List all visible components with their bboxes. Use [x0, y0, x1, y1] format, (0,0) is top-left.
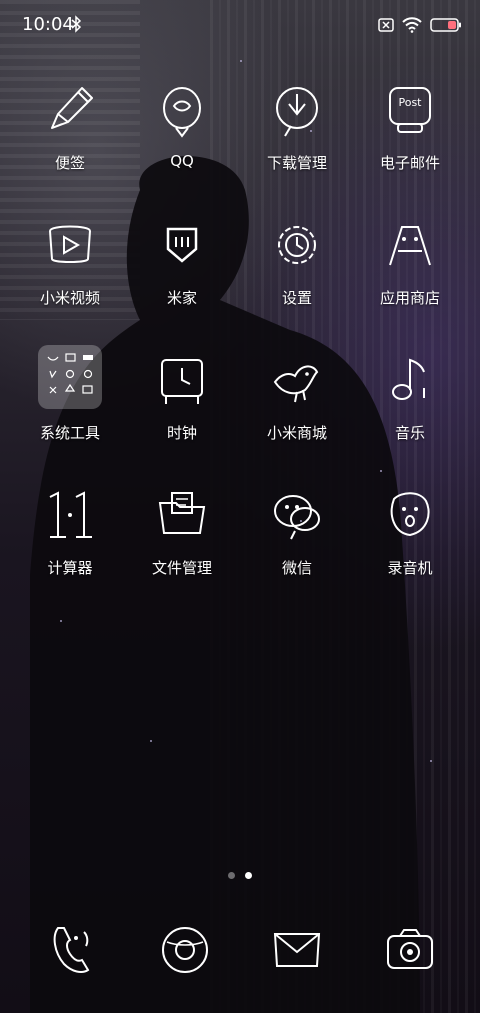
status-bar: 10:04	[0, 0, 480, 50]
app-qq[interactable]: QQ	[127, 80, 237, 200]
app-label: 微信	[281, 559, 312, 577]
app-email[interactable]: Post 电子邮件	[355, 80, 465, 200]
app-store[interactable]: 应用商店	[355, 215, 465, 335]
app-label: 计算器	[47, 559, 93, 577]
phone-icon[interactable]	[42, 920, 102, 980]
app-mi-store[interactable]: 小米商城	[242, 350, 352, 470]
app-system-tools-folder[interactable]: 系统工具	[15, 345, 125, 470]
app-label: 设置	[281, 289, 312, 307]
app-mijia[interactable]: 米家	[127, 215, 237, 335]
app-label: 文件管理	[151, 559, 212, 577]
app-label: 录音机	[387, 559, 433, 577]
calculator-icon	[49, 491, 92, 538]
app-label: 便签	[54, 154, 85, 172]
app-mi-video[interactable]: 小米视频	[15, 215, 125, 335]
pencil-icon	[51, 87, 93, 129]
page-indicator	[0, 872, 480, 879]
app-music[interactable]: 音乐	[355, 350, 465, 470]
app-wechat[interactable]: 微信	[242, 485, 352, 605]
app-label: 电子邮件	[379, 154, 440, 172]
app-notes[interactable]: 便签	[15, 80, 125, 200]
page-dot-active[interactable]	[245, 872, 252, 879]
app-label: 小米视频	[39, 289, 100, 307]
download-icon	[276, 87, 318, 137]
app-file-manager[interactable]: 文件管理	[127, 485, 237, 605]
folder-mini-icons	[47, 353, 93, 394]
app-label: 小米商城	[266, 424, 327, 442]
penguin-icon	[163, 87, 201, 138]
app-calculator[interactable]: 计算器	[15, 485, 125, 605]
app-recorder[interactable]: 录音机	[355, 485, 465, 605]
app-label: 音乐	[394, 424, 425, 442]
battery-icon	[430, 18, 461, 32]
dock	[0, 920, 480, 990]
app-label: 应用商店	[379, 289, 440, 307]
folder-icon	[38, 345, 102, 409]
video-play-icon	[48, 225, 92, 263]
camera-icon[interactable]	[380, 920, 440, 980]
recorder-icon	[390, 492, 430, 537]
app-settings[interactable]: 设置	[242, 215, 352, 335]
app-store-icon	[389, 226, 431, 266]
mailbox-icon: Post	[389, 87, 431, 133]
music-note-icon	[392, 358, 425, 400]
app-downloads[interactable]: 下载管理	[242, 80, 352, 200]
folder-file-icon	[158, 492, 206, 534]
svg-text:Post: Post	[398, 96, 422, 109]
app-label: 时钟	[166, 424, 197, 442]
bluetooth-icon	[71, 15, 82, 33]
app-label: 系统工具	[39, 424, 100, 442]
sim-x-icon	[378, 18, 394, 32]
bird-icon	[273, 365, 319, 403]
clock-icon	[161, 359, 203, 404]
app-clock[interactable]: 时钟	[127, 350, 237, 470]
mijia-icon	[166, 227, 198, 263]
gear-icon	[278, 226, 316, 264]
status-time: 10:04	[22, 14, 74, 35]
app-label: 下载管理	[266, 154, 327, 172]
wifi-icon	[402, 17, 422, 33]
message-icon[interactable]	[267, 920, 327, 980]
browser-icon[interactable]	[155, 920, 215, 980]
wechat-icon	[274, 495, 320, 540]
page-dot[interactable]	[228, 872, 235, 879]
app-label: QQ	[170, 152, 194, 170]
app-label: 米家	[166, 289, 197, 307]
